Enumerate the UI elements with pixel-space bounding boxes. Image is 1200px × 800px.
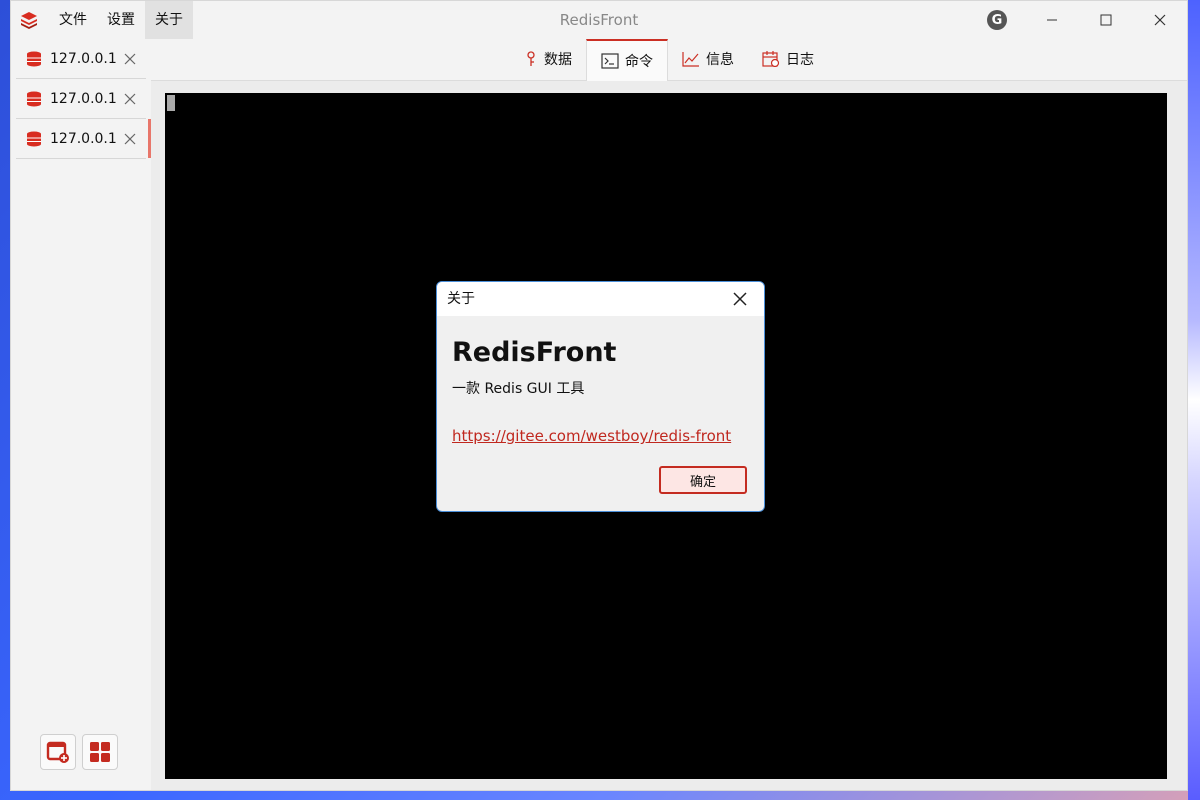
desktop-background bbox=[1188, 0, 1200, 800]
close-tab-icon[interactable] bbox=[124, 93, 136, 105]
database-icon bbox=[27, 131, 41, 146]
close-tab-icon[interactable] bbox=[124, 53, 136, 65]
app-description: 一款 Redis GUI 工具 bbox=[452, 381, 585, 397]
menu-settings[interactable]: 设置 bbox=[97, 1, 145, 39]
connection-manager-button[interactable] bbox=[82, 734, 118, 770]
tab-label: 数据 bbox=[544, 52, 572, 68]
tab-label: 信息 bbox=[706, 52, 734, 68]
connection-tab[interactable]: 127.0.0.1 bbox=[16, 79, 146, 119]
connection-label: 127.0.0.1 bbox=[50, 130, 117, 147]
tab-command[interactable]: 命令 bbox=[586, 39, 668, 81]
tab-label: 命令 bbox=[625, 54, 653, 70]
menu-bar: 文件 设置 关于 bbox=[49, 1, 193, 39]
menu-file[interactable]: 文件 bbox=[49, 1, 97, 39]
key-icon bbox=[527, 51, 535, 66]
view-tabs: 数据 命令 信息 日志 bbox=[151, 39, 1187, 81]
connection-label: 127.0.0.1 bbox=[50, 90, 117, 107]
terminal-icon bbox=[601, 53, 619, 69]
title-bar: 文件 设置 关于 RedisFront G bbox=[11, 1, 1187, 40]
tab-label: 日志 bbox=[786, 52, 814, 68]
terminal-cursor bbox=[167, 95, 175, 111]
app-name: RedisFront bbox=[452, 337, 617, 368]
ok-button[interactable]: 确定 bbox=[659, 466, 747, 494]
project-link[interactable]: https://gitee.com/westboy/redis-front bbox=[452, 427, 731, 445]
chart-icon bbox=[682, 52, 699, 67]
maximize-button[interactable] bbox=[1079, 1, 1133, 39]
connection-tab-active[interactable]: 127.0.0.1 bbox=[16, 119, 151, 159]
menu-about[interactable]: 关于 bbox=[145, 1, 193, 39]
connection-label: 127.0.0.1 bbox=[50, 50, 117, 67]
minimize-icon bbox=[1047, 19, 1057, 21]
close-tab-icon[interactable] bbox=[124, 133, 136, 145]
gitee-icon[interactable]: G bbox=[987, 10, 1007, 30]
title-bar-controls: G bbox=[987, 1, 1187, 39]
dialog-title: 关于 bbox=[447, 291, 475, 307]
tab-info[interactable]: 信息 bbox=[668, 39, 748, 79]
maximize-icon bbox=[1100, 14, 1112, 26]
close-icon bbox=[1154, 14, 1166, 26]
minimize-button[interactable] bbox=[1025, 1, 1079, 39]
close-window-button[interactable] bbox=[1133, 1, 1187, 39]
dialog-header: 关于 bbox=[437, 282, 764, 316]
sidebar-actions bbox=[40, 734, 118, 770]
redis-logo-icon bbox=[21, 12, 37, 29]
add-connection-icon bbox=[46, 741, 69, 763]
database-icon bbox=[27, 51, 41, 66]
close-dialog-icon[interactable] bbox=[732, 291, 748, 307]
connection-tab[interactable]: 127.0.0.1 bbox=[16, 39, 146, 79]
grid-icon bbox=[90, 742, 110, 762]
add-connection-button[interactable] bbox=[40, 734, 76, 770]
tab-data[interactable]: 数据 bbox=[510, 39, 586, 79]
database-icon bbox=[27, 91, 41, 106]
connection-sidebar: 127.0.0.1 127.0.0.1 127.0.0.1 bbox=[11, 39, 152, 790]
calendar-icon bbox=[762, 51, 780, 67]
about-dialog: 关于 RedisFront 一款 Redis GUI 工具 https://gi… bbox=[436, 281, 765, 512]
tab-log[interactable]: 日志 bbox=[748, 39, 828, 79]
